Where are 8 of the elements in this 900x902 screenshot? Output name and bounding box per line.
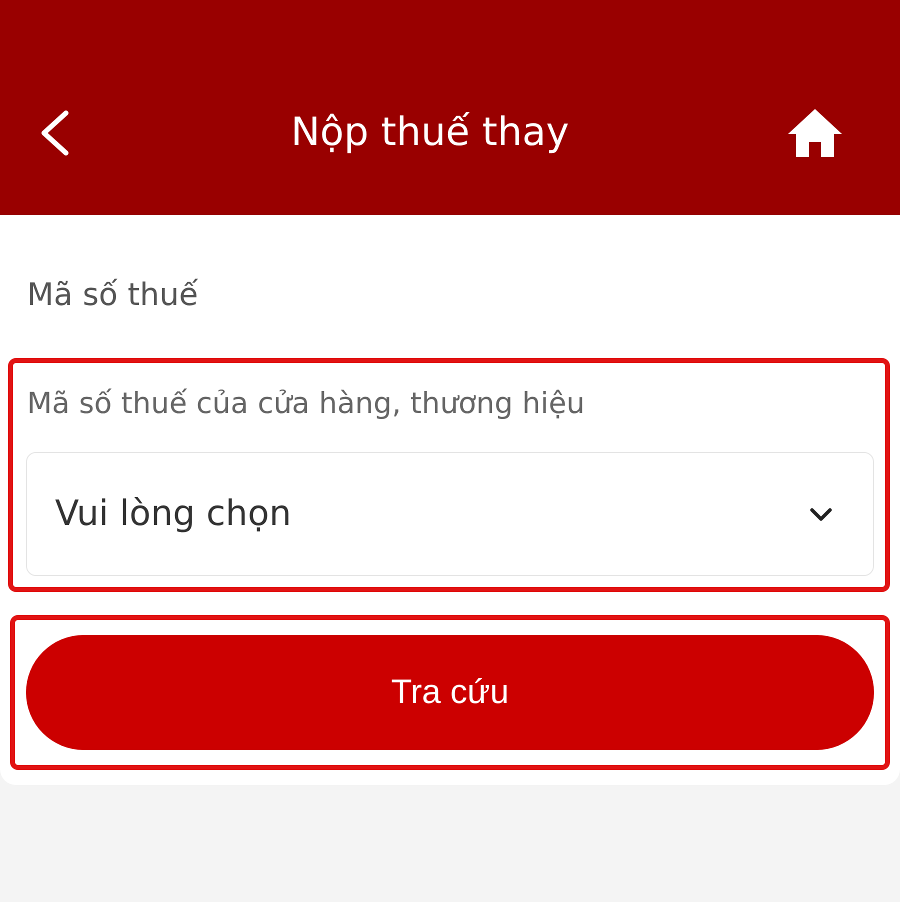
select-field[interactable]: Vui lòng chọn [26,452,874,576]
home-icon [788,109,842,157]
home-button[interactable] [788,109,842,157]
chevron-down-icon [809,506,833,522]
page-title: Nộp thuế thay [290,109,570,157]
section-label: Mã số thuế [26,276,200,315]
lookup-button[interactable]: Tra cứu [26,635,874,750]
field-label: Mã số thuế của cửa hàng, thương hiệu [27,385,586,422]
